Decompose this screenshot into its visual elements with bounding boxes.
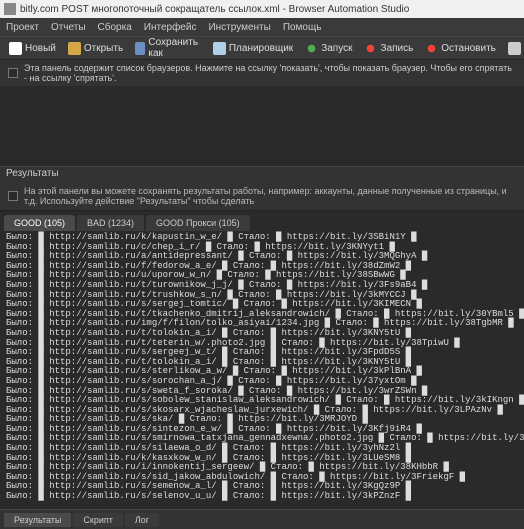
menu-tools[interactable]: Инструменты <box>208 22 270 33</box>
bottom-tab-script[interactable]: Скрипт <box>73 513 122 527</box>
stop-icon <box>425 42 438 55</box>
info-text: Эта панель содержит список браузеров. На… <box>24 63 516 83</box>
tab-bad[interactable]: BAD (1234) <box>77 215 144 231</box>
results-description: На этой панели вы можете сохранять резул… <box>0 182 524 211</box>
new-button[interactable]: Новый <box>4 40 61 57</box>
gear-icon <box>508 42 521 55</box>
save-as-button[interactable]: Сохранить как <box>130 35 206 61</box>
tab-good[interactable]: GOOD (105) <box>4 215 75 231</box>
menubar: Проект Отчеты Сборка Интерфейс Инструмен… <box>0 18 524 36</box>
play-icon <box>305 42 318 55</box>
toolbar: Новый Открыть Сохранить как Планировщик … <box>0 36 524 60</box>
record-button[interactable]: Запись <box>359 40 418 57</box>
results-header: Результаты <box>0 166 524 182</box>
menu-reports[interactable]: Отчеты <box>51 22 86 33</box>
app-icon <box>4 3 16 15</box>
menu-interface[interactable]: Интерфейс <box>144 22 197 33</box>
results-tabs: GOOD (105) BAD (1234) GOOD Прокси (105) <box>0 211 524 231</box>
scheduler-button[interactable]: Планировщик <box>208 40 298 57</box>
menu-help[interactable]: Помощь <box>283 22 322 33</box>
tab-good-proxy[interactable]: GOOD Прокси (105) <box>146 215 250 231</box>
bottom-tabs: Результаты Скрипт Лог <box>0 509 524 529</box>
results-log[interactable]: Было: █ http://samlib.ru/k/kapustin_w_e/… <box>0 231 524 509</box>
compile-button[interactable]: Скомпилировать <box>503 40 524 57</box>
info-checkbox[interactable] <box>8 68 18 78</box>
folder-open-icon <box>68 42 81 55</box>
results-checkbox[interactable] <box>8 191 18 201</box>
run-button[interactable]: Запуск <box>300 40 357 57</box>
log-line[interactable]: Было: █ http://samlib.ru/s/selenov_u_u/ … <box>6 492 518 502</box>
browser-list-area <box>0 86 524 166</box>
bottom-tab-log[interactable]: Лог <box>125 513 159 527</box>
bottom-tab-results[interactable]: Результаты <box>4 513 71 527</box>
stop-button[interactable]: Остановить <box>420 40 501 57</box>
new-file-icon <box>9 42 22 55</box>
menu-build[interactable]: Сборка <box>98 22 132 33</box>
open-button[interactable]: Открыть <box>63 40 128 57</box>
titlebar: bitly.com POST многопоточный сокращатель… <box>0 0 524 18</box>
browser-panel-info: Эта панель содержит список браузеров. На… <box>0 60 524 86</box>
window-title: bitly.com POST многопоточный сокращатель… <box>20 4 409 15</box>
floppy-disk-icon <box>135 42 145 55</box>
menu-project[interactable]: Проект <box>6 22 39 33</box>
calendar-icon <box>213 42 226 55</box>
record-icon <box>364 42 377 55</box>
